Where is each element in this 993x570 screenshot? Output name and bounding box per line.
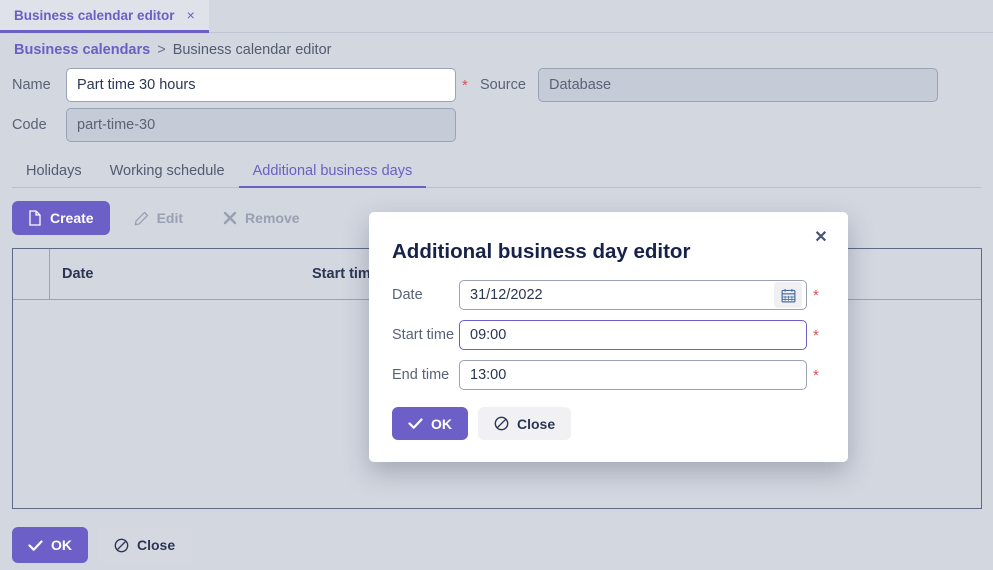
breadcrumb-link-business-calendars[interactable]: Business calendars xyxy=(14,42,150,58)
dialog-ok-label: OK xyxy=(431,416,452,432)
dialog-date-value: 31/12/2022 xyxy=(470,287,774,303)
column-header-date[interactable]: Date xyxy=(50,249,300,300)
dialog-date-input[interactable]: 31/12/2022 xyxy=(459,280,807,310)
create-button[interactable]: Create xyxy=(12,201,110,235)
dialog-end-time-input[interactable]: 13:00 xyxy=(459,360,807,390)
ban-icon xyxy=(494,416,509,431)
content-tabs: Holidays Working schedule Additional bus… xyxy=(12,158,981,188)
dialog-start-time-required-marker: * xyxy=(813,328,819,343)
breadcrumb: Business calendars > Business calendar e… xyxy=(14,42,331,58)
dialog-footer-actions: OK Close xyxy=(392,407,571,440)
page-close-button[interactable]: Close xyxy=(98,527,191,563)
dialog-date-label: Date xyxy=(392,287,459,303)
dialog-end-time-required-marker: * xyxy=(813,368,819,383)
dialog-start-time-input[interactable]: 09:00 xyxy=(459,320,807,350)
dialog-close-label: Close xyxy=(517,416,555,432)
edit-button[interactable]: Edit xyxy=(118,201,199,235)
dialog-start-time-label: Start time xyxy=(392,327,459,343)
edit-button-label: Edit xyxy=(157,210,183,226)
page-ok-label: OK xyxy=(51,537,72,553)
source-input-value: Database xyxy=(549,77,611,93)
dialog-start-time-row: Start time 09:00 * xyxy=(392,320,819,350)
remove-button-label: Remove xyxy=(245,210,299,226)
additional-business-day-editor-dialog: ✕ Additional business day editor Date 31… xyxy=(369,212,848,462)
source-field-row: Source Database xyxy=(480,68,938,102)
name-label: Name xyxy=(12,77,60,93)
code-input-value: part-time-30 xyxy=(77,117,155,133)
calendar-icon[interactable] xyxy=(774,282,802,308)
cross-icon xyxy=(223,211,237,225)
tab-label: Business calendar editor xyxy=(14,8,175,23)
source-label: Source xyxy=(480,77,530,93)
dialog-end-time-label: End time xyxy=(392,367,459,383)
name-field-row: Name Part time 30 hours * xyxy=(12,68,468,102)
window-tab-strip: Business calendar editor × xyxy=(0,0,993,33)
ban-icon xyxy=(114,538,129,553)
page-ok-button[interactable]: OK xyxy=(12,527,88,563)
create-button-label: Create xyxy=(50,210,94,226)
breadcrumb-separator: > xyxy=(157,42,165,58)
code-input: part-time-30 xyxy=(66,108,456,142)
code-label: Code xyxy=(12,117,60,133)
name-input[interactable]: Part time 30 hours xyxy=(66,68,456,102)
dialog-end-time-row: End time 13:00 * xyxy=(392,360,819,390)
tab-holidays[interactable]: Holidays xyxy=(12,163,96,187)
name-input-value: Part time 30 hours xyxy=(77,77,195,93)
check-icon xyxy=(408,417,423,430)
name-required-marker: * xyxy=(462,78,468,93)
dialog-title: Additional business day editor xyxy=(392,240,690,264)
application-window: Business calendar editor × Business cale… xyxy=(0,0,993,570)
source-input: Database xyxy=(538,68,938,102)
page-footer-actions: OK Close xyxy=(12,527,191,563)
code-field-row: Code part-time-30 xyxy=(12,108,456,142)
tab-business-calendar-editor[interactable]: Business calendar editor × xyxy=(0,0,209,33)
tab-working-schedule[interactable]: Working schedule xyxy=(96,163,239,187)
tab-additional-business-days[interactable]: Additional business days xyxy=(239,163,427,187)
pencil-icon xyxy=(134,211,149,226)
breadcrumb-current: Business calendar editor xyxy=(173,42,332,58)
close-icon[interactable]: × xyxy=(187,8,195,22)
page-close-label: Close xyxy=(137,537,175,553)
dialog-close-icon[interactable]: ✕ xyxy=(808,224,834,250)
dialog-date-row: Date 31/12/2022 * xyxy=(392,280,819,310)
dialog-close-button[interactable]: Close xyxy=(478,407,571,440)
dialog-date-required-marker: * xyxy=(813,288,819,303)
check-icon xyxy=(28,539,43,552)
dialog-ok-button[interactable]: OK xyxy=(392,407,468,440)
dialog-start-time-value: 09:00 xyxy=(470,327,798,343)
select-all-checkbox-cell[interactable] xyxy=(13,249,50,300)
file-icon xyxy=(28,210,42,226)
grid-toolbar: Create Edit Remove xyxy=(12,201,316,235)
dialog-end-time-value: 13:00 xyxy=(470,367,798,383)
remove-button[interactable]: Remove xyxy=(207,201,315,235)
